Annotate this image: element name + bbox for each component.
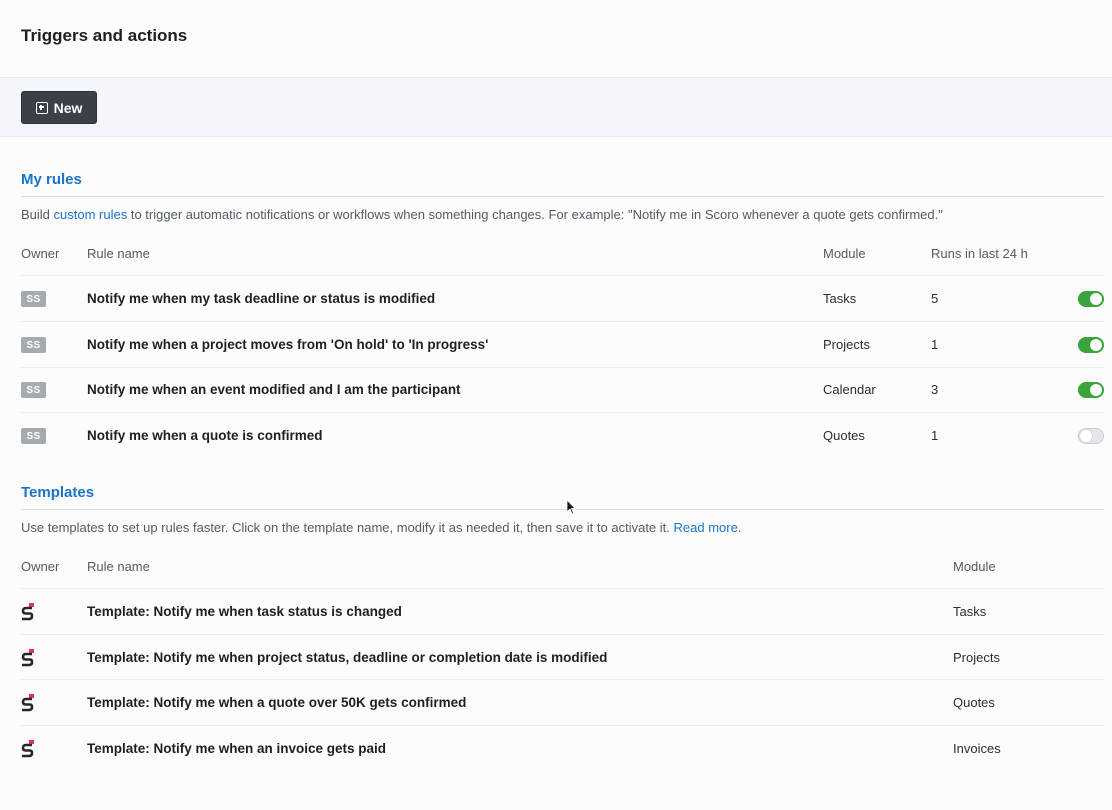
rule-name-link[interactable]: Notify me when an event modified and I a… [87, 382, 461, 397]
my-rules-divider [21, 196, 1104, 197]
column-header-owner: Owner [21, 246, 60, 261]
row-divider [21, 412, 1104, 413]
page-header: Triggers and actions [0, 0, 1112, 78]
plus-square-icon [35, 101, 48, 114]
row-divider [21, 679, 1104, 680]
rule-runs-count: 1 [931, 428, 939, 443]
rule-enabled-toggle[interactable] [1078, 291, 1104, 307]
column-header-module: Module [953, 559, 996, 574]
mouse-cursor-icon [566, 499, 576, 515]
templates-desc-prefix: Use templates to set up rules faster. Cl… [21, 520, 674, 535]
owner-avatar: SS [21, 291, 46, 307]
toolbar: New [0, 78, 1112, 137]
my-rules-description: Build custom rules to trigger automatic … [21, 207, 943, 222]
rule-runs-count: 5 [931, 291, 939, 306]
rule-runs-count: 1 [931, 337, 939, 352]
rule-name-link[interactable]: Notify me when a project moves from 'On … [87, 337, 488, 352]
my-rules-desc-prefix: Build [21, 207, 54, 222]
template-name-link[interactable]: Template: Notify me when an invoice gets… [87, 741, 386, 756]
template-module: Tasks [953, 604, 987, 619]
templates-description: Use templates to set up rules faster. Cl… [21, 520, 741, 535]
new-rule-button[interactable]: New [21, 91, 97, 124]
owner-avatar: SS [21, 428, 46, 444]
column-header-rule-name: Rule name [87, 559, 150, 574]
rule-module: Calendar [823, 382, 876, 397]
rule-module: Tasks [823, 291, 857, 306]
template-module: Projects [953, 650, 1000, 665]
rule-enabled-toggle[interactable] [1078, 337, 1104, 353]
scoro-logo-icon [21, 740, 34, 758]
template-name-link[interactable]: Template: Notify me when task status is … [87, 604, 402, 619]
my-rules-desc-suffix: to trigger automatic notifications or wo… [127, 207, 943, 222]
templates-title: Templates [21, 484, 95, 501]
rule-runs-count: 3 [931, 382, 939, 397]
column-header-rule-name: Rule name [87, 246, 150, 261]
rule-name-link[interactable]: Notify me when a quote is confirmed [87, 428, 323, 443]
rule-name-link[interactable]: Notify me when my task deadline or statu… [87, 291, 435, 306]
owner-avatar: SS [21, 337, 46, 353]
templates-divider [21, 509, 1104, 510]
scoro-logo-icon [21, 694, 34, 712]
scoro-logo-icon [21, 603, 34, 621]
scoro-logo-icon [21, 649, 34, 667]
column-header-runs: Runs in last 24 h [931, 246, 1028, 261]
template-module: Quotes [953, 695, 995, 710]
custom-rules-link[interactable]: custom rules [54, 207, 128, 222]
read-more-link[interactable]: Read more. [674, 520, 742, 535]
rule-module: Projects [823, 337, 870, 352]
rule-enabled-toggle[interactable] [1078, 428, 1104, 444]
column-header-owner: Owner [21, 559, 60, 574]
header-divider [21, 275, 1104, 276]
template-name-link[interactable]: Template: Notify me when a quote over 50… [87, 695, 466, 710]
row-divider [21, 367, 1104, 368]
row-divider [21, 725, 1104, 726]
page-title: Triggers and actions [21, 26, 188, 45]
row-divider [21, 634, 1104, 635]
template-module: Invoices [953, 741, 1001, 756]
owner-avatar: SS [21, 382, 46, 398]
new-button-label: New [53, 99, 83, 116]
header-divider [21, 588, 1104, 589]
template-name-link[interactable]: Template: Notify me when project status,… [87, 650, 607, 665]
column-header-module: Module [823, 246, 866, 261]
row-divider [21, 321, 1104, 322]
rule-enabled-toggle[interactable] [1078, 382, 1104, 398]
rule-module: Quotes [823, 428, 865, 443]
my-rules-title: My rules [21, 171, 82, 188]
